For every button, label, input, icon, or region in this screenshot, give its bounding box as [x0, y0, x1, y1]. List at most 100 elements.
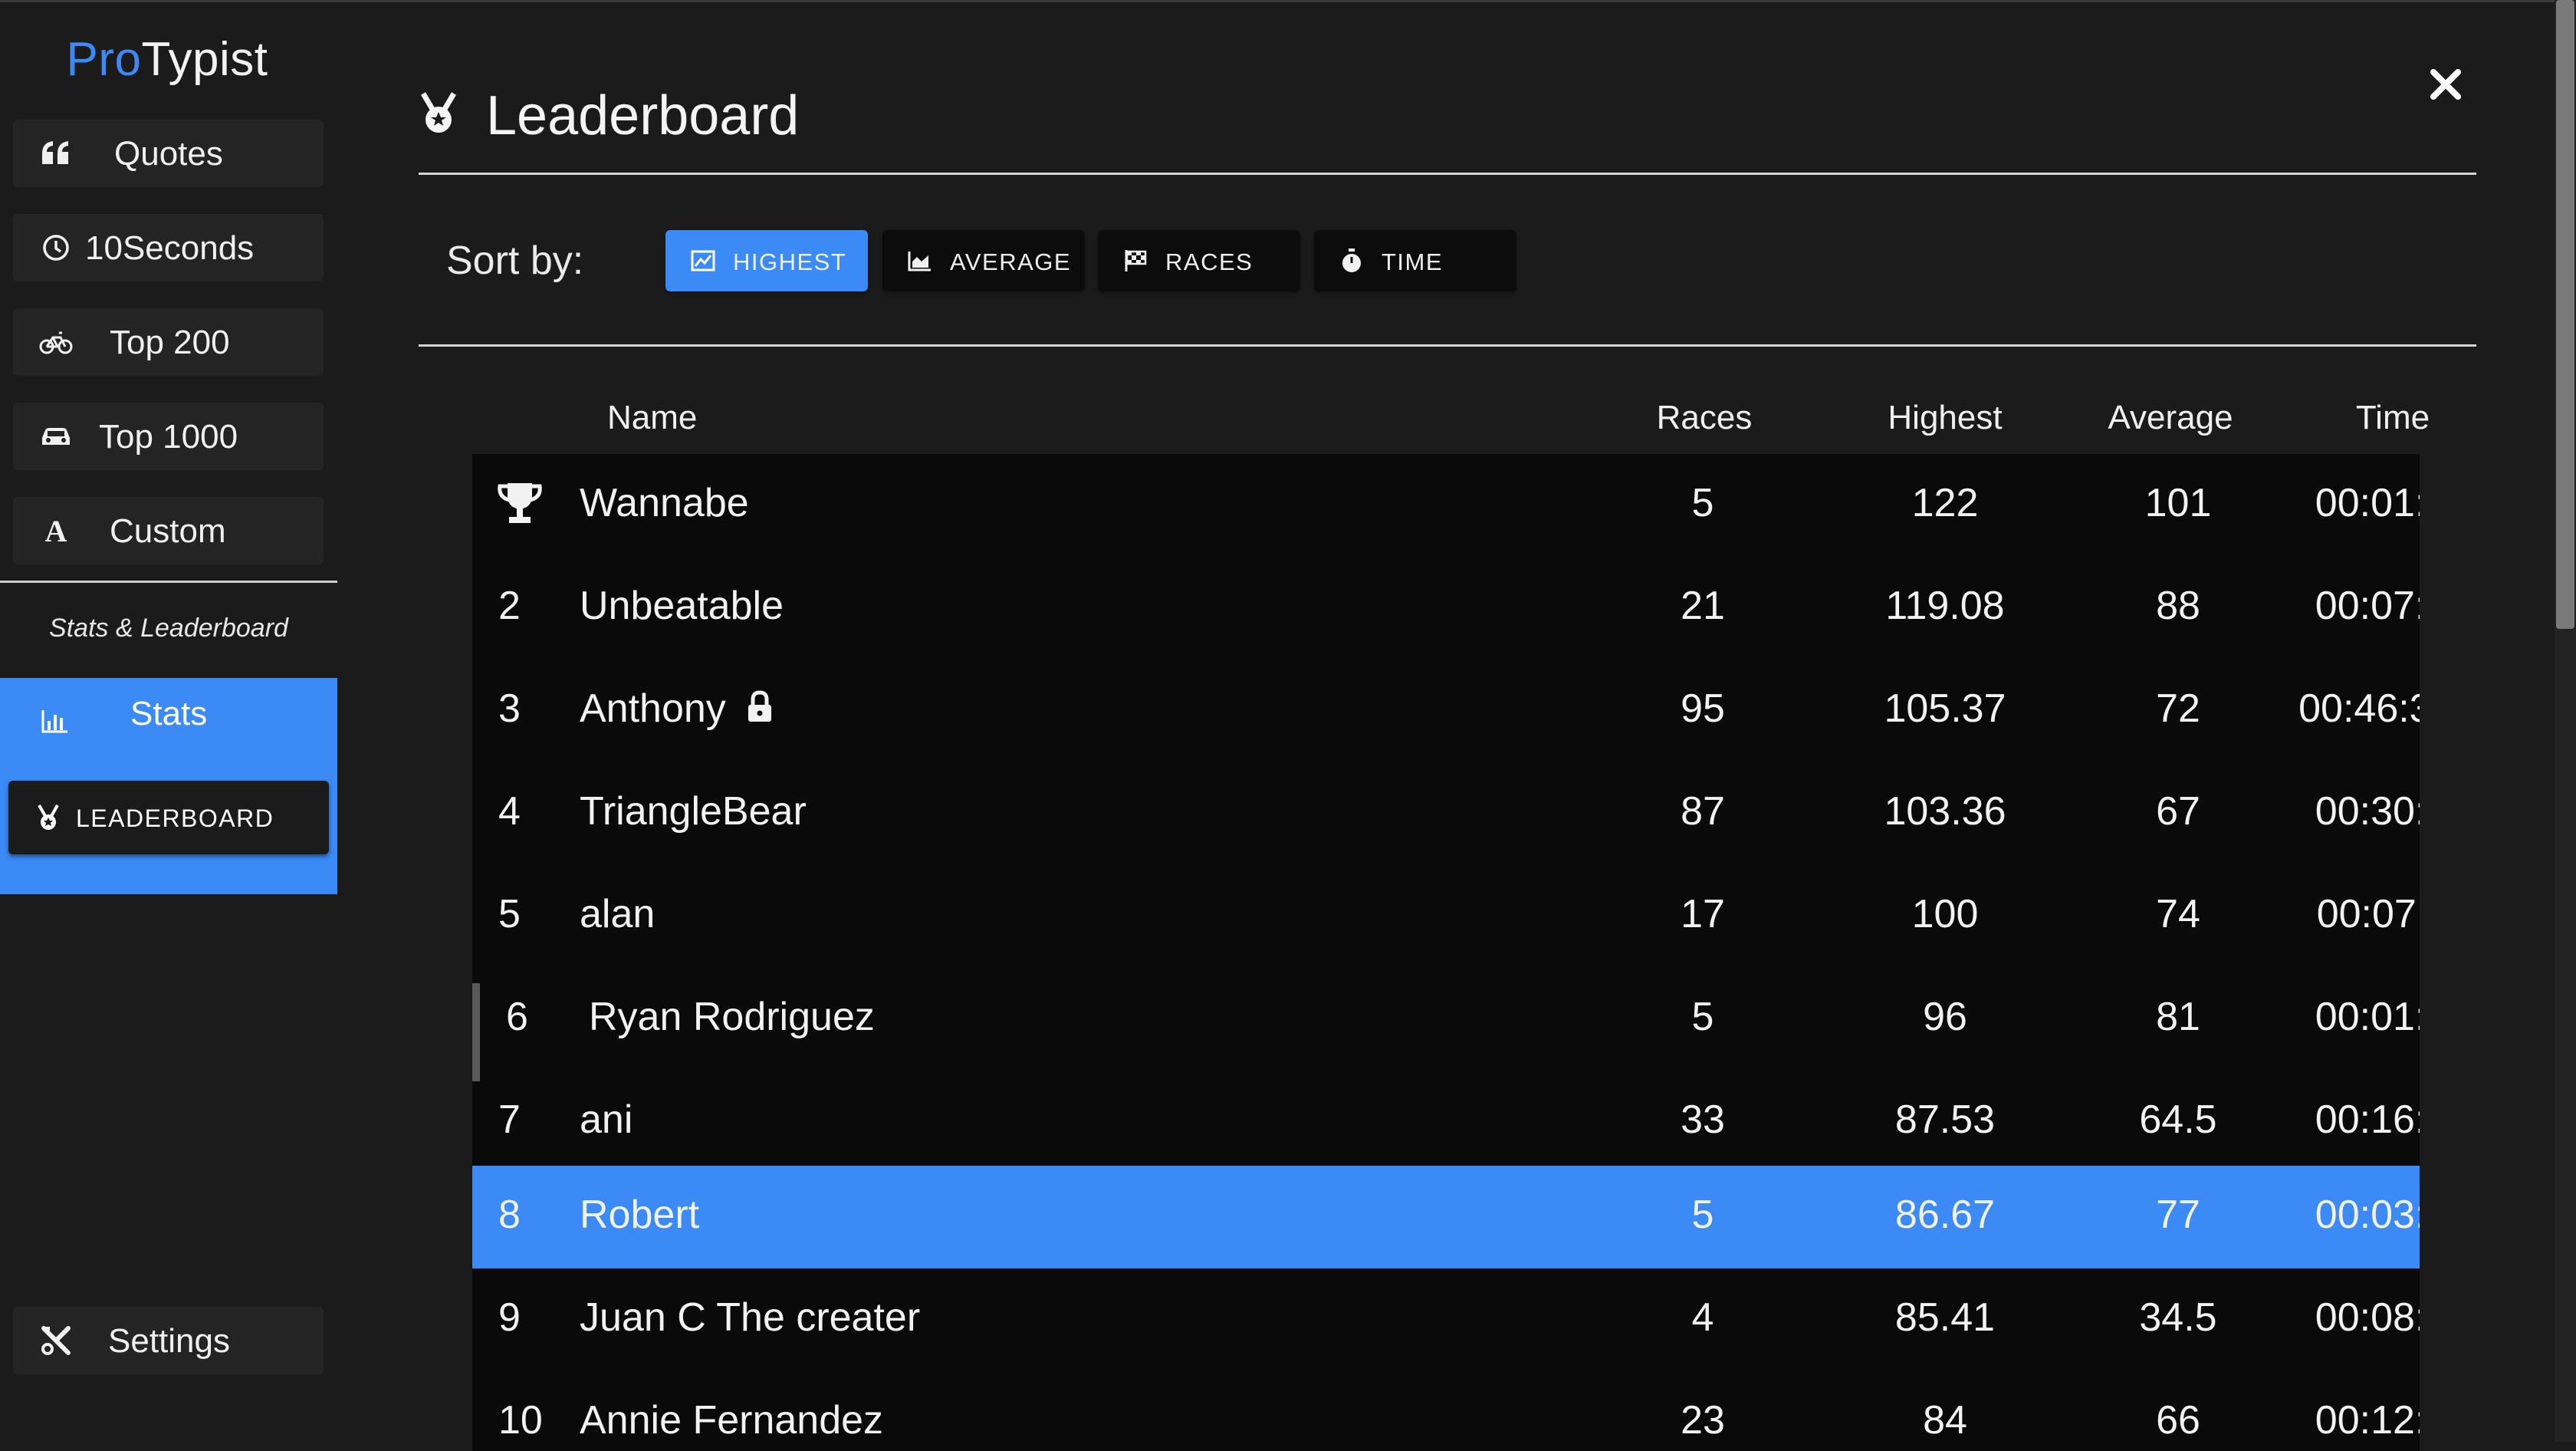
- trophy-icon: [498, 483, 542, 523]
- time-value: 00:12:45: [2315, 1398, 2420, 1443]
- races-value: 5: [1691, 1193, 1714, 1237]
- app-logo[interactable]: ProTypist: [0, 32, 334, 87]
- sidebar-item-top200[interactable]: Top 200: [13, 308, 324, 376]
- quote-icon: [42, 141, 68, 164]
- player-name: Anthony: [580, 686, 726, 731]
- rank-number: 8: [498, 1193, 521, 1237]
- average-value: 88: [2156, 584, 2200, 628]
- column-header-average[interactable]: Average: [2067, 399, 2274, 437]
- sidebar-item-settings[interactable]: Settings: [13, 1307, 324, 1374]
- player-name: alan: [580, 892, 656, 936]
- table-row[interactable]: 2 Unbeatable 21 119.08 88 00:07:57: [472, 557, 2420, 660]
- page-title: Leaderboard: [486, 85, 800, 146]
- races-value: 4: [1691, 1295, 1714, 1340]
- sidebar-section-title: Stats & Leaderboard: [49, 614, 288, 643]
- average-value: 74: [2156, 892, 2200, 936]
- time-value: 00:01:50: [2315, 995, 2420, 1039]
- average-value: 67: [2156, 789, 2200, 834]
- highest-value: 86.67: [1894, 1193, 1996, 1237]
- checkered-flag-icon: [1125, 250, 1147, 271]
- average-value: 64.5: [2139, 1097, 2217, 1142]
- sort-time-button[interactable]: TIME: [1314, 230, 1516, 291]
- player-name: Robert: [580, 1193, 700, 1237]
- races-value: 5: [1691, 481, 1714, 525]
- sidebar-item-label: LEADERBOARD: [76, 804, 274, 832]
- bicycle-icon: [39, 331, 73, 354]
- rank-number: 6: [506, 995, 528, 1039]
- sort-average-button[interactable]: AVERAGE: [882, 230, 1085, 291]
- table-row[interactable]: 5 alan 17 100 74 00:07:11: [472, 865, 2420, 968]
- page-scrollbar[interactable]: [2555, 0, 2576, 1442]
- table-row-current-user[interactable]: 8 Robert 5 86.67 77 00:03:30: [472, 1166, 2420, 1268]
- average-value: 101: [2144, 481, 2212, 525]
- player-name: Unbeatable: [580, 584, 784, 628]
- races-value: 95: [1681, 686, 1725, 731]
- bar-chart-icon: [41, 710, 67, 733]
- column-header-races[interactable]: Races: [1624, 399, 1785, 437]
- sidebar-item-label: Settings: [108, 1322, 230, 1360]
- average-value: 72: [2156, 686, 2200, 731]
- rank-number: 10: [498, 1398, 543, 1443]
- table-row[interactable]: 7 ani 33 87.53 64.5 00:16:25: [472, 1071, 2420, 1173]
- sort-button-label: RACES: [1165, 248, 1254, 275]
- scrollbar-thumb[interactable]: [2556, 0, 2574, 629]
- table-row[interactable]: 4 TriangleBear 87 103.36 67 00:30:49: [472, 762, 2420, 865]
- races-value: 23: [1681, 1398, 1725, 1443]
- time-value: 00:01:41: [2315, 481, 2420, 525]
- average-value: 77: [2156, 1193, 2200, 1237]
- sort-button-label: TIME: [1382, 248, 1444, 275]
- highest-value: 87.53: [1894, 1097, 1996, 1142]
- column-header-highest[interactable]: Highest: [1842, 399, 2049, 437]
- table-row[interactable]: 10 Annie Fernandez 23 84 66 00:12:45: [472, 1371, 2420, 1451]
- sidebar-item-top1000[interactable]: Top 1000: [13, 403, 324, 470]
- sort-divider: [419, 344, 2476, 347]
- rank-number: 7: [498, 1097, 521, 1142]
- close-icon[interactable]: [2423, 61, 2469, 107]
- sidebar-item-label: Quotes: [114, 135, 223, 173]
- player-name: ani: [580, 1097, 633, 1142]
- medal-icon: [420, 92, 457, 133]
- table-row[interactable]: 3 Anthony 95 105.37 72 00:46:34.5: [472, 660, 2420, 762]
- table-row[interactable]: 9 Juan C The creater 4 85.41 34.5 00:08:…: [472, 1268, 2420, 1371]
- rank-number: 9: [498, 1295, 521, 1340]
- races-value: 17: [1681, 892, 1725, 936]
- line-chart-icon: [691, 250, 715, 271]
- player-name: Juan C The creater: [580, 1295, 921, 1340]
- player-name-cell: Anthony: [580, 686, 774, 732]
- sort-by-label: Sort by:: [446, 239, 584, 283]
- highest-value: 122: [1911, 481, 1979, 525]
- average-value: 81: [2156, 995, 2200, 1039]
- races-value: 87: [1681, 789, 1725, 834]
- sidebar-item-label: Top 1000: [99, 418, 238, 456]
- sort-button-label: HIGHEST: [733, 248, 847, 275]
- sidebar-item-quotes[interactable]: Quotes: [13, 120, 324, 187]
- highest-value: 119.08: [1885, 584, 2005, 628]
- table-row[interactable]: Wannabe 5 122 101 00:01:41: [472, 454, 2420, 557]
- table-row[interactable]: 6 Ryan Rodriguez 5 96 81 00:01:50: [472, 968, 2420, 1081]
- races-value: 33: [1681, 1097, 1725, 1142]
- time-value: 00:07:11: [2316, 892, 2420, 936]
- sort-races-button[interactable]: RACES: [1098, 230, 1300, 291]
- column-header-time[interactable]: Time: [2266, 399, 2519, 437]
- sidebar-group-stats: Stats LEADERBOARD: [0, 678, 337, 894]
- column-header-name[interactable]: Name: [607, 399, 697, 437]
- time-value: 00:46:34.5: [2298, 686, 2420, 731]
- sidebar-item-10seconds[interactable]: 10Seconds: [13, 214, 324, 281]
- player-name: Annie Fernandez: [580, 1398, 884, 1443]
- player-name: Wannabe: [580, 481, 749, 525]
- sidebar-item-custom[interactable]: A Custom: [13, 497, 324, 564]
- sidebar-item-label: 10Seconds: [85, 229, 255, 267]
- sort-highest-button[interactable]: HIGHEST: [665, 230, 868, 291]
- sidebar-item-stats[interactable]: Stats: [130, 695, 207, 733]
- leaderboard-table: Wannabe 5 122 101 00:01:41 2 Unbeatable …: [472, 454, 2420, 1451]
- highest-value: 105.37: [1884, 686, 2006, 731]
- row-focus-marker: [472, 983, 480, 1081]
- sidebar-divider: [0, 581, 337, 583]
- highest-value: 85.41: [1894, 1295, 1996, 1340]
- title-divider: [419, 173, 2476, 175]
- average-value: 66: [2156, 1398, 2200, 1443]
- tools-icon: [41, 1326, 71, 1355]
- races-value: 5: [1691, 995, 1714, 1039]
- sidebar-item-leaderboard[interactable]: LEADERBOARD: [8, 781, 329, 854]
- time-value: 00:16:25: [2315, 1097, 2420, 1142]
